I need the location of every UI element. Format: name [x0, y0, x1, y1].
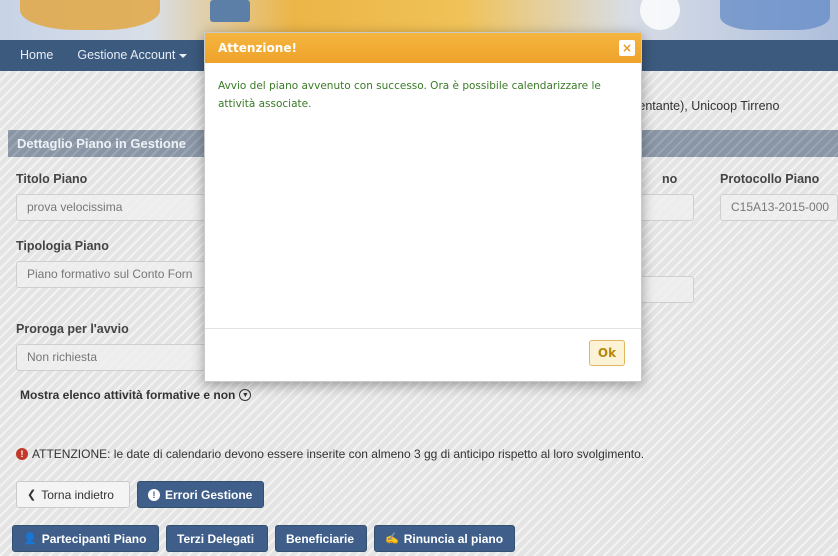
- partecipanti-label: Partecipanti Piano: [41, 531, 147, 546]
- ok-button[interactable]: Ok: [589, 340, 625, 366]
- titolo-piano-label: Titolo Piano: [16, 172, 88, 186]
- partecipanti-button[interactable]: 👤 Partecipanti Piano: [12, 525, 159, 552]
- alert-modal: Attenzione! × Avvio del piano avvenuto c…: [204, 32, 642, 382]
- rinuncia-button[interactable]: ✍ Rinuncia al piano: [374, 525, 515, 552]
- tipologia-piano-field[interactable]: Piano formativo sul Conto Forn: [16, 261, 206, 288]
- caret-down-icon: [179, 53, 188, 58]
- beneficiarie-button[interactable]: Beneficiarie: [275, 525, 367, 552]
- terzi-delegati-label: Terzi Delegati: [177, 531, 255, 546]
- tipologia-piano-label: Tipologia Piano: [16, 239, 109, 253]
- back-button-label: Torna indietro: [41, 487, 114, 502]
- nav-home[interactable]: Home: [0, 40, 65, 71]
- modal-header: Attenzione! ×: [205, 33, 641, 63]
- proroga-label: Proroga per l'avvio: [16, 322, 129, 336]
- nav-gestione-account[interactable]: Gestione Account: [65, 40, 199, 71]
- errori-gestione-label: Errori Gestione: [165, 487, 253, 502]
- modal-title: Attenzione!: [218, 41, 297, 55]
- rinuncia-label: Rinuncia al piano: [403, 531, 504, 546]
- terzi-delegati-button[interactable]: Terzi Delegati: [166, 525, 268, 552]
- back-button[interactable]: ❮ Torna indietro: [16, 481, 130, 508]
- resign-icon: ✍: [385, 533, 399, 545]
- column3-label: no: [662, 172, 678, 186]
- toggle-attivita-label: Mostra elenco attività formative e non: [20, 388, 236, 402]
- chevron-left-icon: ❮: [27, 489, 37, 501]
- calendar-warning-text: ATTENZIONE: le date di calendario devono…: [32, 447, 645, 461]
- modal-message: Avvio del piano avvenuto con successo. O…: [218, 80, 601, 110]
- beneficiarie-label: Beneficiarie: [286, 531, 355, 546]
- user-icon: 👤: [23, 533, 37, 545]
- titolo-piano-field[interactable]: prova velocissima: [16, 194, 206, 221]
- exclamation-circle-icon: !: [148, 488, 160, 501]
- close-icon[interactable]: ×: [619, 40, 635, 56]
- proroga-field[interactable]: Non richiesta: [16, 344, 206, 371]
- errori-gestione-button[interactable]: ! Errori Gestione: [137, 481, 264, 508]
- modal-footer: Ok: [205, 328, 641, 383]
- chevron-down-circle-icon: ▼: [239, 389, 252, 401]
- exclamation-circle-icon: !: [16, 448, 28, 460]
- protocollo-piano-label: Protocollo Piano: [720, 172, 820, 186]
- protocollo-piano-field[interactable]: C15A13-2015-000: [720, 194, 838, 221]
- modal-body: Avvio del piano avvenuto con successo. O…: [205, 63, 641, 328]
- calendar-warning: ! ATTENZIONE: le date di calendario devo…: [16, 447, 644, 461]
- toggle-attivita[interactable]: Mostra elenco attività formative e non ▼: [20, 388, 252, 402]
